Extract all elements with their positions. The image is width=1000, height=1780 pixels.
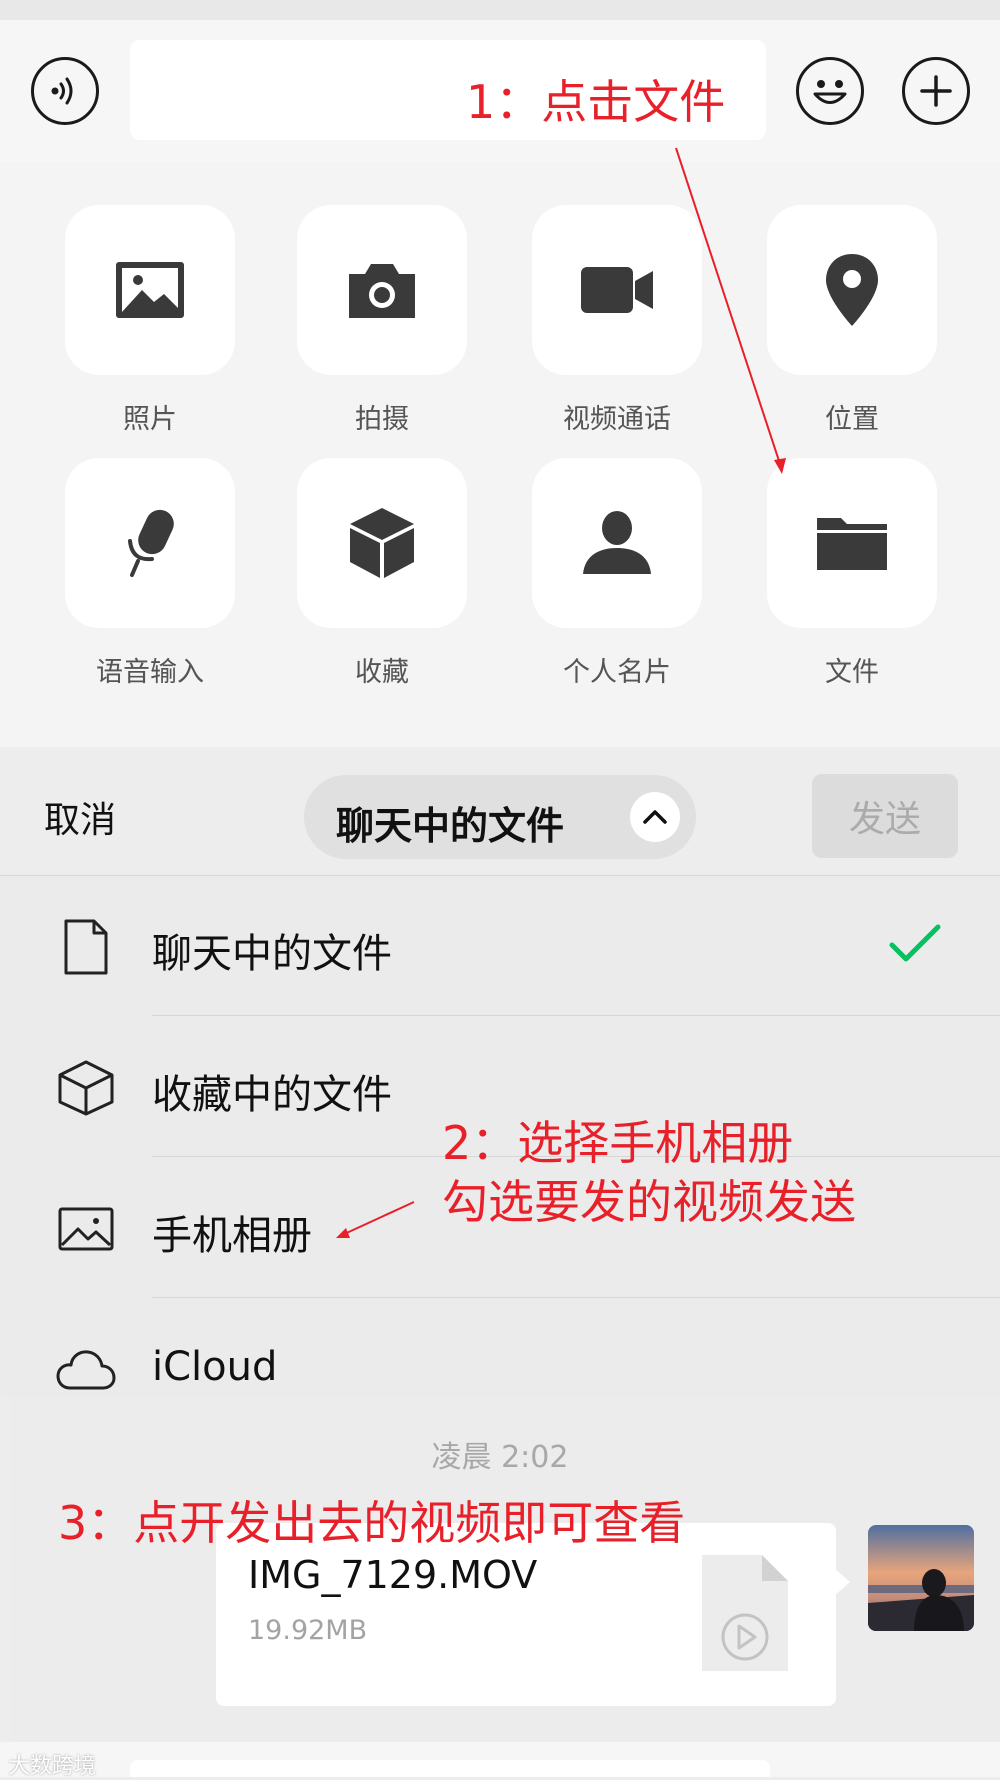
arrow-to-album bbox=[336, 1201, 415, 1238]
annotation-step2-line2: 勾选要发的视频发送 bbox=[442, 1175, 856, 1229]
annotation-step1: 1：点击文件 bbox=[466, 75, 726, 129]
annotation-step2-line1: 2：选择手机相册 bbox=[442, 1116, 794, 1170]
arrow-to-file bbox=[675, 147, 786, 474]
annotation-step3: 3：点开发出去的视频即可查看 bbox=[58, 1496, 686, 1550]
